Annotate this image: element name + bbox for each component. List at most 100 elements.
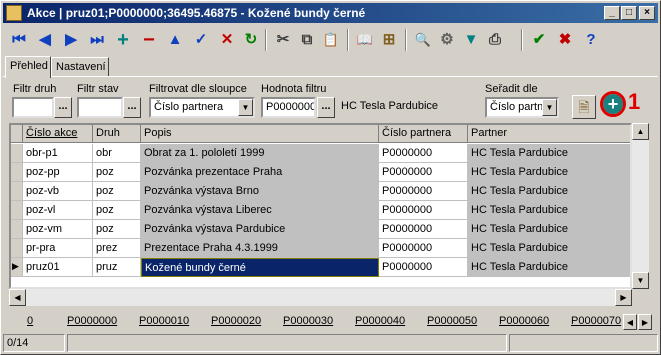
row-indicator[interactable]	[11, 220, 23, 239]
row-indicator[interactable]	[11, 201, 23, 220]
row-indicator[interactable]	[11, 239, 23, 258]
scroll-left-icon[interactable]: ◀	[9, 289, 26, 306]
move-up-icon[interactable]: ▲	[163, 28, 187, 52]
nav-scroll-left-icon[interactable]: ◀	[623, 314, 637, 330]
tab-nastaveni[interactable]: Nastavení	[51, 57, 109, 77]
table-cell[interactable]: obr-p1	[23, 144, 93, 163]
table-cell[interactable]: P0000000	[379, 182, 468, 201]
close-window-button[interactable]: ×	[639, 6, 655, 20]
scroll-up-icon[interactable]: ▲	[632, 123, 649, 140]
table-cell[interactable]: P0000000	[379, 201, 468, 220]
last-record-icon[interactable]: ⏭	[85, 28, 109, 52]
table-cell[interactable]: poz-pp	[23, 163, 93, 182]
table-cell[interactable]: HC Tesla Pardubice	[468, 220, 630, 239]
table-cell[interactable]: pruz01	[23, 258, 93, 277]
column-header-cislo-partnera[interactable]: Číslo partnera	[379, 125, 468, 143]
sort-select[interactable]: Číslo partn ▼	[485, 97, 559, 118]
table-cell[interactable]: P0000000	[379, 239, 468, 258]
cancel-edit-icon[interactable]: ✕	[215, 28, 239, 52]
title-bar[interactable]: Akce | pruz01;P0000000;36495.46875 - Kož…	[3, 3, 658, 23]
row-indicator[interactable]	[11, 144, 23, 163]
column-header-popis[interactable]: Popis	[141, 125, 379, 143]
tab-prehled[interactable]: Přehled	[5, 56, 51, 78]
nav-link[interactable]: P0000070	[571, 315, 621, 327]
table-cell[interactable]: P0000000	[379, 144, 468, 163]
filter-icon[interactable]: ▼	[459, 28, 483, 52]
table-cell[interactable]: prez	[93, 239, 141, 258]
next-record-icon[interactable]: ▶	[59, 28, 83, 52]
horizontal-scrollbar[interactable]: ◀ ▶	[9, 289, 632, 306]
nav-link[interactable]: P0000040	[355, 315, 405, 327]
minimize-button[interactable]: _	[604, 6, 620, 20]
table-cell[interactable]: pr-pra	[23, 239, 93, 258]
table-cell[interactable]: poz-vm	[23, 220, 93, 239]
ok-icon[interactable]: ✔	[527, 28, 551, 52]
table-cell[interactable]: Obrat za 1. pololetí 1999	[141, 144, 379, 163]
table-cell[interactable]: Pozvánka výstava Liberec	[141, 201, 379, 220]
copy-icon[interactable]: ⧉	[295, 28, 319, 52]
table-cell[interactable]: HC Tesla Pardubice	[468, 182, 630, 201]
table-cell[interactable]: poz-vb	[23, 182, 93, 201]
filter-value-browse-button[interactable]: ...	[317, 97, 335, 118]
table-cell[interactable]: obr	[93, 144, 141, 163]
tree-icon[interactable]: ⊞	[377, 28, 401, 52]
table-cell[interactable]: poz	[93, 220, 141, 239]
nav-link[interactable]: P0000020	[211, 315, 261, 327]
table-cell[interactable]: P0000000	[379, 258, 468, 277]
vertical-scrollbar[interactable]: ▲ ▼	[632, 123, 649, 289]
row-indicator[interactable]	[11, 163, 23, 182]
table-cell[interactable]: pruz	[93, 258, 141, 277]
column-header-cislo-akce[interactable]: Číslo akce	[23, 125, 93, 143]
filter-column-select[interactable]: Číslo partnera ▼	[149, 97, 255, 118]
nav-link[interactable]: 0	[27, 315, 33, 327]
refresh-icon[interactable]: ↻	[239, 28, 263, 52]
scroll-right-icon[interactable]: ▶	[615, 289, 632, 306]
table-cell[interactable]: HC Tesla Pardubice	[468, 201, 630, 220]
table-cell[interactable]: HC Tesla Pardubice	[468, 258, 630, 277]
table-cell[interactable]: P0000000	[379, 163, 468, 182]
add-record-icon[interactable]: +	[111, 28, 135, 52]
paste-icon[interactable]: 📋	[319, 28, 343, 52]
filter-druh-input[interactable]	[12, 97, 54, 118]
nav-link[interactable]: P0000000	[67, 315, 117, 327]
help-icon[interactable]: ?	[579, 28, 603, 52]
chevron-down-icon[interactable]: ▼	[238, 99, 253, 116]
close-form-icon[interactable]: ✖	[553, 28, 577, 52]
delete-record-icon[interactable]: −	[137, 28, 161, 52]
table-cell[interactable]: HC Tesla Pardubice	[468, 239, 630, 258]
table-cell[interactable]: Prezentace Praha 4.3.1999	[141, 239, 379, 258]
settings-icon[interactable]: ⚙	[435, 28, 459, 52]
search-icon[interactable]: 🔍	[411, 28, 435, 52]
filter-stav-browse-button[interactable]: ...	[123, 97, 141, 118]
row-indicator[interactable]	[11, 182, 23, 201]
first-record-icon[interactable]: ⏮	[7, 28, 31, 52]
chevron-down-icon[interactable]: ▼	[542, 99, 557, 116]
table-cell[interactable]: Pozvánka prezentace Praha	[141, 163, 379, 182]
table-cell[interactable]: HC Tesla Pardubice	[468, 144, 630, 163]
column-header-partner[interactable]: Partner	[468, 125, 630, 143]
scroll-down-icon[interactable]: ▼	[632, 272, 649, 289]
filter-druh-browse-button[interactable]: ...	[54, 97, 72, 118]
table-cell[interactable]: Kožené bundy černé	[141, 258, 379, 277]
previous-record-icon[interactable]: ◀	[33, 28, 57, 52]
nav-link[interactable]: P0000030	[283, 315, 333, 327]
nav-link[interactable]: P0000050	[427, 315, 477, 327]
cut-icon[interactable]: ✂	[271, 28, 295, 52]
confirm-edit-icon[interactable]: ✓	[189, 28, 213, 52]
table-cell[interactable]: poz-vl	[23, 201, 93, 220]
apply-filter-icon[interactable]: 🗎	[572, 95, 596, 119]
table-cell[interactable]: P0000000	[379, 220, 468, 239]
table-cell[interactable]: Pozvánka výstava Brno	[141, 182, 379, 201]
nav-link[interactable]: P0000060	[499, 315, 549, 327]
maximize-button[interactable]: □	[621, 6, 637, 20]
column-header-druh[interactable]: Druh	[93, 125, 141, 143]
nav-link[interactable]: P0000010	[139, 315, 189, 327]
print-icon[interactable]: ⎙	[483, 28, 507, 52]
book-icon[interactable]: 📖	[353, 28, 377, 52]
row-indicator[interactable]: ▶	[11, 258, 23, 277]
filter-value-input[interactable]: P0000000	[261, 97, 316, 118]
table-cell[interactable]: HC Tesla Pardubice	[468, 163, 630, 182]
table-cell[interactable]: poz	[93, 163, 141, 182]
table-cell[interactable]: poz	[93, 182, 141, 201]
filter-stav-input[interactable]	[77, 97, 123, 118]
